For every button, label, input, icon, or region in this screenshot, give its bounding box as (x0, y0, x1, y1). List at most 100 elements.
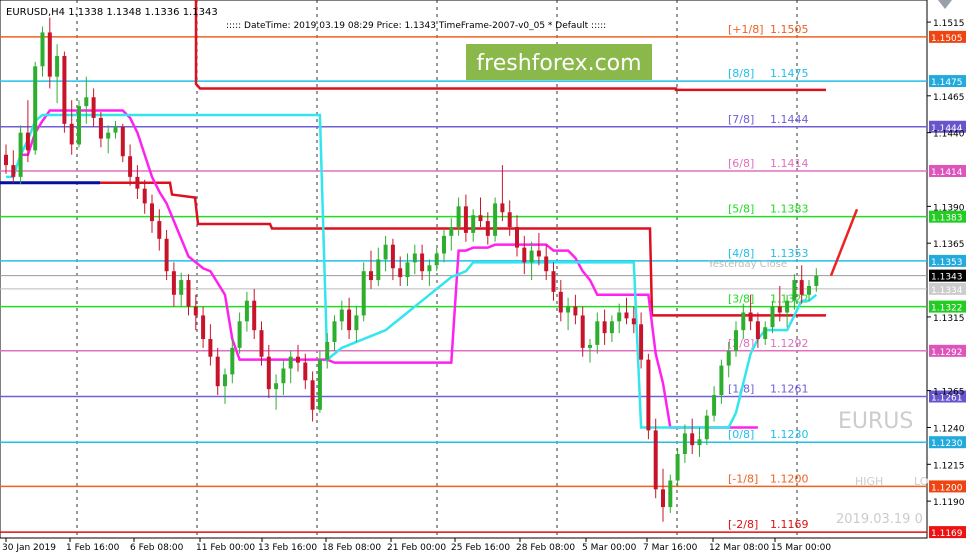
candle-body (471, 215, 476, 233)
y-tick-label: 1.1365 (933, 240, 965, 250)
candle-body (726, 350, 731, 366)
murrey-level-label: [-1/8] (728, 472, 758, 485)
candle-body (325, 341, 330, 360)
candle-body (719, 365, 724, 396)
candle-body (682, 433, 687, 454)
candle-body (712, 395, 717, 416)
y-tick-label: 1.1265 (933, 388, 965, 398)
candle-body (223, 374, 227, 387)
candle-body (544, 256, 549, 272)
murrey-level-label: [4/8] (728, 247, 754, 260)
candle-body (741, 312, 746, 331)
murrey-level-label: [7/8] (728, 113, 754, 126)
candle-body (690, 433, 695, 446)
candle-body (339, 309, 344, 322)
x-tick-label: 6 Feb 08:00 (130, 543, 184, 553)
candle-body (420, 253, 425, 272)
candle-body (588, 344, 592, 348)
candle-body (493, 203, 498, 236)
candle-body (128, 156, 133, 177)
candle-body (77, 106, 81, 145)
candle-body (259, 330, 264, 357)
x-tick-label: 5 Mar 00:00 (582, 543, 637, 553)
murrey-level-price: 1.1200 (770, 472, 809, 485)
candle-body (595, 321, 600, 345)
brand-watermark: freshforex.com (476, 51, 641, 76)
candle-body (69, 123, 74, 145)
candle-body (201, 315, 206, 340)
symbol-watermark: EURUS (838, 409, 913, 434)
candle-body (558, 291, 563, 313)
murrey-math-chart[interactable]: [-2/8] 1.1169[-1/8] 1.1200[0/8] 1.1230[1/8]… (0, 0, 970, 558)
y-tick-label: 1.1315 (933, 314, 965, 324)
murrey-level-price: 1.1292 (770, 337, 809, 350)
candle-body (361, 271, 366, 316)
y-tick-label: 1.1215 (933, 461, 965, 471)
price-tag-label: 1.1169 (931, 529, 963, 539)
murrey-level-label: [6/8] (728, 157, 754, 170)
candle-body (142, 188, 147, 204)
candle-body (405, 262, 410, 278)
candle-body (179, 280, 184, 295)
date-watermark: 2019.03.19 0 (836, 512, 923, 527)
candle-body (171, 271, 176, 295)
candle-body (376, 259, 381, 281)
candle-body (412, 253, 417, 263)
candle-body (296, 356, 300, 363)
candle-body (734, 330, 738, 351)
price-tag-label: 1.1383 (931, 214, 963, 224)
candle-body (748, 312, 753, 322)
candle-body (551, 271, 556, 292)
murrey-level-label: [8/8] (728, 67, 754, 80)
candle-body (62, 56, 67, 124)
candle-body (661, 489, 665, 508)
candle-body (478, 215, 483, 222)
candle-body (157, 221, 162, 239)
candle-body (317, 359, 322, 410)
candle-body (274, 383, 279, 390)
candle-body (500, 203, 505, 213)
price-tag-label: 1.1322 (931, 304, 963, 314)
candle-body (98, 117, 103, 139)
candle-body (463, 206, 468, 233)
x-tick-label: 7 Mar 16:00 (643, 543, 698, 553)
x-tick-label: 30 Jan 2019 (2, 543, 56, 553)
candle-body (529, 250, 534, 263)
candle-body (566, 306, 571, 313)
x-tick-label: 18 Feb 08:00 (322, 543, 381, 553)
candle-body (281, 368, 286, 384)
x-tick-label: 28 Feb 08:00 (516, 543, 575, 553)
candle-body (215, 356, 220, 387)
candle-body (303, 362, 308, 381)
candle-body (573, 306, 578, 316)
yesterday-close-tag-label: 1.1334 (931, 286, 963, 296)
price-tag-label: 1.1292 (931, 348, 963, 358)
candle-body (33, 66, 38, 151)
candle-body (755, 321, 760, 340)
candle-body (639, 324, 644, 360)
price-tag-label: 1.1200 (931, 483, 963, 493)
candle-body (288, 356, 293, 369)
x-tick-label: 13 Feb 16:00 (258, 543, 317, 553)
murrey-level-price: 1.1353 (770, 247, 809, 260)
chart-scroll-arrow-icon[interactable] (938, 0, 952, 9)
candle-body (383, 244, 388, 260)
candle-body (120, 126, 125, 157)
murrey-level-label: [+1/8] (728, 23, 764, 36)
candle-body (266, 356, 271, 390)
x-tick-label: 15 Mar 00:00 (771, 543, 831, 553)
murrey-level-price: 1.1230 (770, 428, 809, 441)
candle-body (55, 56, 60, 77)
candle-body (770, 306, 775, 328)
y-tick-label: 1.1240 (933, 424, 965, 434)
y-tick-label: 1.1465 (933, 93, 965, 103)
candle-body (668, 480, 673, 508)
candle-body (332, 321, 337, 342)
price-tag-label: 1.1353 (931, 258, 963, 268)
candle-body (434, 253, 439, 266)
murrey-level-label: [2/8] (728, 337, 754, 350)
candle-body (390, 244, 395, 269)
low-watermark: LO (914, 475, 929, 488)
price-tag-label: 1.1230 (931, 439, 963, 449)
price-tag-label: 1.1475 (931, 78, 963, 88)
